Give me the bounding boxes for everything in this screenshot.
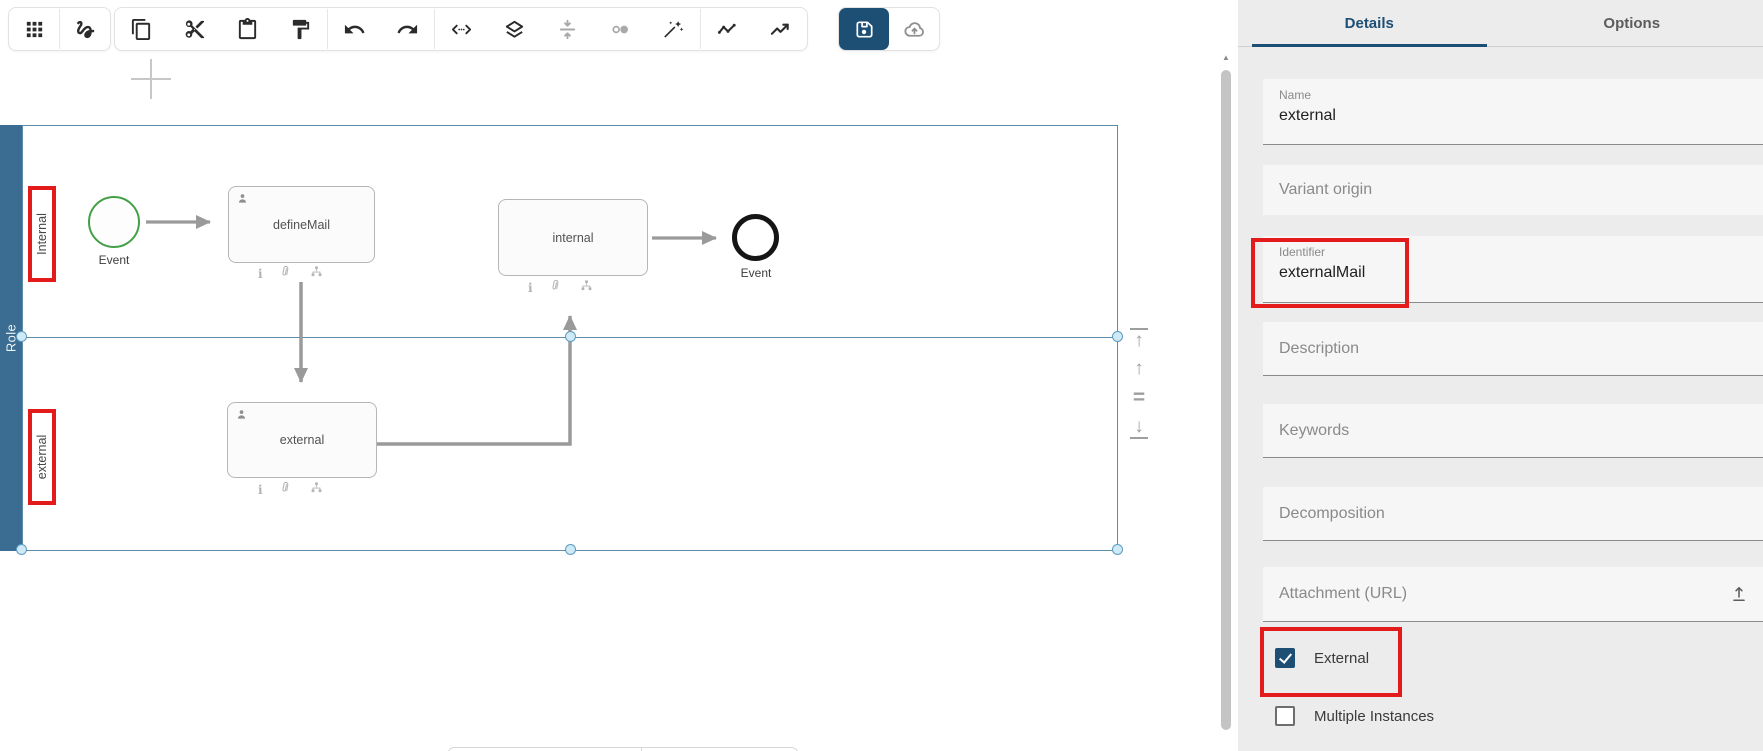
lane-label-external-highlight[interactable]: external xyxy=(28,409,56,505)
lane-label-internal-highlight[interactable]: Internal xyxy=(28,186,56,282)
identifier-field-value: externalMail xyxy=(1279,259,1747,282)
person-icon xyxy=(236,192,249,205)
decomposition-placeholder: Decomposition xyxy=(1279,487,1747,540)
name-field[interactable]: Name external xyxy=(1263,79,1763,145)
properties-panel: Details Options Name external Variant or… xyxy=(1238,0,1763,751)
toolbar-group-view xyxy=(8,7,111,51)
task-external-label: external xyxy=(280,433,324,447)
selection-handle[interactable] xyxy=(1112,331,1123,342)
save-icon[interactable] xyxy=(839,8,889,50)
paste-icon[interactable] xyxy=(221,9,274,49)
selection-handle[interactable] xyxy=(565,544,576,555)
task-internal-meta: i xyxy=(528,280,593,295)
selection-handle[interactable] xyxy=(565,331,576,342)
external-checkbox-label: External xyxy=(1314,650,1369,667)
freehand-gesture-icon[interactable] xyxy=(60,9,110,49)
align-vertical-center-icon[interactable] xyxy=(541,9,594,49)
toolbar-group-edit xyxy=(114,7,808,51)
equalize-lanes-icon[interactable]: = xyxy=(1130,387,1148,408)
info-icon[interactable]: i xyxy=(258,268,263,280)
end-event-circle[interactable] xyxy=(732,214,779,261)
name-field-value: external xyxy=(1279,102,1747,125)
task-internal-label: internal xyxy=(553,231,594,245)
polyline-connector-icon[interactable] xyxy=(701,9,754,49)
tab-options[interactable]: Options xyxy=(1501,0,1763,46)
endpoint-style-icon[interactable] xyxy=(594,9,647,49)
undo-icon[interactable] xyxy=(328,9,381,49)
multiple-instances-checkbox-label: Multiple Instances xyxy=(1314,708,1434,725)
upload-icon[interactable] xyxy=(1729,584,1749,604)
multiple-instances-checkbox[interactable] xyxy=(1275,706,1295,726)
panel-tabs: Details Options xyxy=(1238,0,1763,47)
move-lane-up-icon[interactable]: ↑ xyxy=(1130,359,1148,378)
task-definemail-label: defineMail xyxy=(273,218,330,232)
distribute-horizontal-icon[interactable] xyxy=(435,9,488,49)
tab-details[interactable]: Details xyxy=(1238,0,1501,46)
lane-label-internal: Internal xyxy=(35,213,49,255)
end-event-label: Event xyxy=(726,266,786,280)
move-lane-top-icon[interactable]: ↑ xyxy=(1130,328,1148,350)
hierarchy-icon[interactable] xyxy=(310,265,323,283)
add-element-crosshair-icon[interactable] xyxy=(131,59,171,99)
scrollbar-thumb[interactable] xyxy=(1221,70,1231,730)
person-icon xyxy=(235,408,248,421)
info-icon[interactable]: i xyxy=(258,484,263,496)
hierarchy-icon[interactable] xyxy=(580,279,593,297)
attachment-url-field[interactable]: Attachment (URL) xyxy=(1263,567,1763,622)
task-external-meta: i xyxy=(258,482,323,497)
hierarchy-icon[interactable] xyxy=(310,481,323,499)
lane-controls: ↑ ↑ = ↓ xyxy=(1124,328,1154,439)
cut-icon[interactable] xyxy=(168,9,221,49)
copy-icon[interactable] xyxy=(115,9,168,49)
description-field[interactable]: Description xyxy=(1263,322,1763,376)
task-external[interactable]: external xyxy=(227,402,377,478)
attachment-url-placeholder: Attachment (URL) xyxy=(1279,567,1747,621)
identifier-field[interactable]: Identifier externalMail xyxy=(1263,236,1763,303)
toolbar xyxy=(0,0,1100,60)
start-event-circle[interactable] xyxy=(88,196,140,248)
format-painter-icon[interactable] xyxy=(274,9,327,49)
redo-icon[interactable] xyxy=(381,9,434,49)
info-icon[interactable]: i xyxy=(528,282,533,294)
auto-layout-wand-icon[interactable] xyxy=(647,9,700,49)
description-placeholder: Description xyxy=(1279,322,1747,375)
identifier-field-label: Identifier xyxy=(1279,236,1747,259)
variant-origin-field[interactable]: Variant origin xyxy=(1263,165,1763,215)
selection-handle[interactable] xyxy=(1112,544,1123,555)
start-event-label: Event xyxy=(84,253,144,267)
external-checkbox-row: External xyxy=(1275,646,1369,670)
lane-label-external: external xyxy=(35,435,49,479)
multiple-instances-checkbox-row: Multiple Instances xyxy=(1275,704,1434,728)
bottom-palette-edge xyxy=(448,747,798,751)
toolbar-group-persist xyxy=(838,7,940,51)
selection-handle[interactable] xyxy=(16,331,27,342)
selection-handle[interactable] xyxy=(16,544,27,555)
process-modeler-app: Role Internal external Event defineMail … xyxy=(0,0,1763,751)
straighten-connector-icon[interactable] xyxy=(754,9,807,49)
keywords-field[interactable]: Keywords xyxy=(1263,404,1763,458)
name-field-label: Name xyxy=(1279,79,1747,102)
task-definemail[interactable]: defineMail xyxy=(228,186,375,263)
cloud-upload-icon[interactable] xyxy=(889,9,939,49)
grid-view-icon[interactable] xyxy=(9,9,59,49)
task-definemail-meta: i xyxy=(258,266,323,281)
move-lane-bottom-icon[interactable]: ↓ xyxy=(1130,417,1148,439)
scrollbar-up-icon[interactable]: ▲ xyxy=(1219,53,1233,62)
variant-origin-placeholder: Variant origin xyxy=(1279,165,1747,215)
task-internal[interactable]: internal xyxy=(498,199,648,276)
layers-icon[interactable] xyxy=(488,9,541,49)
external-checkbox[interactable] xyxy=(1275,648,1295,668)
keywords-placeholder: Keywords xyxy=(1279,404,1747,457)
decomposition-field[interactable]: Decomposition xyxy=(1263,487,1763,541)
